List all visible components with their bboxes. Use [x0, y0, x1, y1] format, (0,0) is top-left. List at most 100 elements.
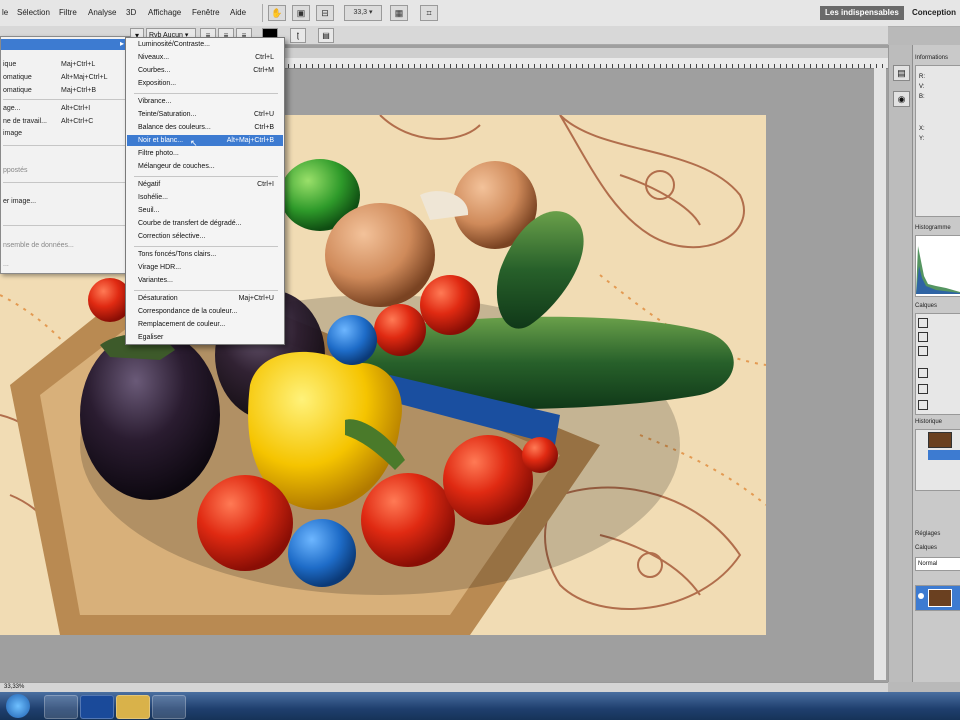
eye-icon[interactable]: [918, 593, 924, 599]
photoshop-taskbar-icon[interactable]: [80, 695, 114, 719]
menu-help[interactable]: Aide: [230, 8, 246, 17]
submenu-item-shadows-highlights[interactable]: Tons foncés/Tons clairs...: [138, 251, 216, 258]
blend-mode-select[interactable]: Normal: [915, 557, 960, 571]
menu-view[interactable]: Affichage: [148, 8, 181, 17]
explorer-taskbar-icon[interactable]: [116, 695, 150, 719]
image-menu-item[interactable]: omatique: [3, 74, 32, 81]
panel-icon-strip: ▤ ◉: [888, 45, 913, 682]
zoom-level-select[interactable]: 33,3 ▾: [344, 5, 382, 21]
warp-text-icon[interactable]: ʈ: [290, 28, 306, 43]
image-menu-item[interactable]: ique: [3, 61, 16, 68]
visibility-checkbox[interactable]: [918, 400, 928, 410]
menu-edit[interactable]: le: [2, 8, 8, 17]
image-menu-item-adjustments[interactable]: ▸: [1, 39, 127, 50]
menu-3d[interactable]: 3D: [126, 8, 136, 17]
image-menu-item-disabled: ppostés: [3, 167, 28, 174]
menu-analysis[interactable]: Analyse: [88, 8, 116, 17]
menu-filter[interactable]: Filtre: [59, 8, 77, 17]
windows-taskbar: [0, 692, 960, 720]
submenu-item-replace-color[interactable]: Remplacement de couleur...: [138, 321, 225, 328]
vertical-ruler: [874, 68, 886, 680]
submenu-item-threshold[interactable]: Seuil...: [138, 207, 159, 214]
submenu-item-hdr-toning[interactable]: Virage HDR...: [138, 264, 181, 271]
submenu-item-levels[interactable]: Niveaux...: [138, 54, 169, 61]
submenu-shortcut: Ctrl+B: [254, 124, 274, 131]
image-menu-shortcut: Maj+Ctrl+L: [61, 61, 96, 68]
submenu-item-black-white[interactable]: Noir et blanc...: [138, 137, 183, 144]
info-x-label: X:: [919, 126, 925, 132]
info-b-label: B:: [919, 94, 925, 100]
image-menu-item[interactable]: omatique: [3, 87, 32, 94]
info-panel-title[interactable]: Informations: [915, 55, 948, 61]
submenu-item-brightness-contrast[interactable]: Luminosité/Contraste...: [138, 41, 210, 48]
workspace-design-button[interactable]: Conception: [907, 6, 960, 20]
navigator-panel-icon[interactable]: ◉: [893, 91, 910, 107]
info-r-label: R:: [919, 74, 925, 80]
screen-mode-icon[interactable]: ▣: [292, 5, 310, 21]
image-menu-item[interactable]: age...: [3, 105, 21, 112]
submenu-shortcut: Ctrl+I: [257, 181, 274, 188]
image-menu-item[interactable]: ne de travail...: [3, 118, 47, 125]
submenu-item-equalize[interactable]: Egaliser: [138, 334, 163, 341]
image-menu-shortcut: Alt+Ctrl+C: [61, 118, 94, 125]
extras-icon[interactable]: ⌗: [420, 5, 438, 21]
submenu-item-photo-filter[interactable]: Filtre photo...: [138, 150, 179, 157]
layers-panel: [915, 313, 960, 415]
submenu-shortcut: Ctrl+M: [253, 67, 274, 74]
layer-thumbnail: [928, 589, 952, 607]
submenu-item-hue-saturation[interactable]: Teinte/Saturation...: [138, 111, 196, 118]
submenu-item-exposure[interactable]: Exposition...: [138, 80, 176, 87]
visibility-checkbox[interactable]: [918, 346, 928, 356]
document-tab[interactable]: [282, 48, 888, 58]
layers-panel-title[interactable]: Calques: [915, 303, 937, 309]
panels-toggle-icon[interactable]: ▤: [318, 28, 334, 43]
submenu-item-vibrance[interactable]: Vibrance...: [138, 98, 171, 105]
start-button-icon[interactable]: [6, 694, 30, 718]
menu-selection[interactable]: Sélection: [17, 8, 50, 17]
submenu-item-variations[interactable]: Variantes...: [138, 277, 173, 284]
layers-panel-title-2[interactable]: Calques: [915, 545, 937, 551]
app-taskbar-icon[interactable]: [152, 695, 186, 719]
visibility-checkbox[interactable]: [918, 384, 928, 394]
adjustments-panel-title[interactable]: Réglages: [915, 531, 940, 537]
submenu-shortcut: Ctrl+L: [255, 54, 274, 61]
submenu-item-match-color[interactable]: Correspondance de la couleur...: [138, 308, 237, 315]
history-snapshot-thumbnail[interactable]: [928, 432, 952, 448]
horizontal-ruler: [282, 58, 888, 69]
submenu-shortcut: Ctrl+U: [253, 111, 274, 118]
image-menu-item[interactable]: image: [3, 130, 22, 137]
menu-window[interactable]: Fenêtre: [192, 8, 220, 17]
history-panel: [915, 429, 960, 491]
visibility-checkbox[interactable]: [918, 318, 928, 328]
image-menu-item[interactable]: er image...: [3, 198, 36, 205]
visibility-checkbox[interactable]: [918, 368, 928, 378]
mouse-cursor-icon: ↖: [190, 138, 198, 148]
firefox-taskbar-icon[interactable]: [44, 695, 78, 719]
status-zoom[interactable]: 33,33%: [4, 684, 24, 690]
menu-separator: [134, 93, 278, 94]
history-state-selected[interactable]: [928, 450, 960, 460]
submenu-item-gradient-map[interactable]: Courbe de transfert de dégradé...: [138, 220, 242, 227]
submenu-item-curves[interactable]: Courbes...: [138, 67, 170, 74]
submenu-item-desaturate[interactable]: Désaturation: [138, 295, 178, 302]
arrange-icon[interactable]: ▦: [390, 5, 408, 21]
submenu-item-invert[interactable]: Négatif: [138, 181, 160, 188]
histogram-panel-title[interactable]: Histogramme: [915, 225, 951, 231]
submenu-item-posterize[interactable]: Isohélie...: [138, 194, 168, 201]
submenu-item-color-balance[interactable]: Balance des couleurs...: [138, 124, 211, 131]
history-panel-title[interactable]: Historique: [915, 419, 942, 425]
visibility-checkbox[interactable]: [918, 332, 928, 342]
submenu-item-selective-color[interactable]: Correction sélective...: [138, 233, 205, 240]
hand-tool-icon[interactable]: ✋: [268, 5, 286, 21]
frame-icon[interactable]: ⊟: [316, 5, 334, 21]
zoom-level-value: 33,3: [353, 9, 368, 16]
submenu-shortcut: Maj+Ctrl+U: [238, 295, 274, 302]
info-panel-icon[interactable]: ▤: [893, 65, 910, 81]
menu-separator: [3, 145, 125, 146]
workspace-essentials-button[interactable]: Les indispensables: [820, 6, 904, 20]
submenu-item-channel-mixer[interactable]: Mélangeur de couches...: [138, 163, 215, 170]
menu-bar: le Sélection Filtre Analyse 3D Affichage…: [0, 0, 960, 27]
layer-row-selected[interactable]: [915, 585, 960, 611]
image-menu-shortcut: Alt+Ctrl+I: [61, 105, 91, 112]
info-v-label: V:: [919, 84, 925, 90]
